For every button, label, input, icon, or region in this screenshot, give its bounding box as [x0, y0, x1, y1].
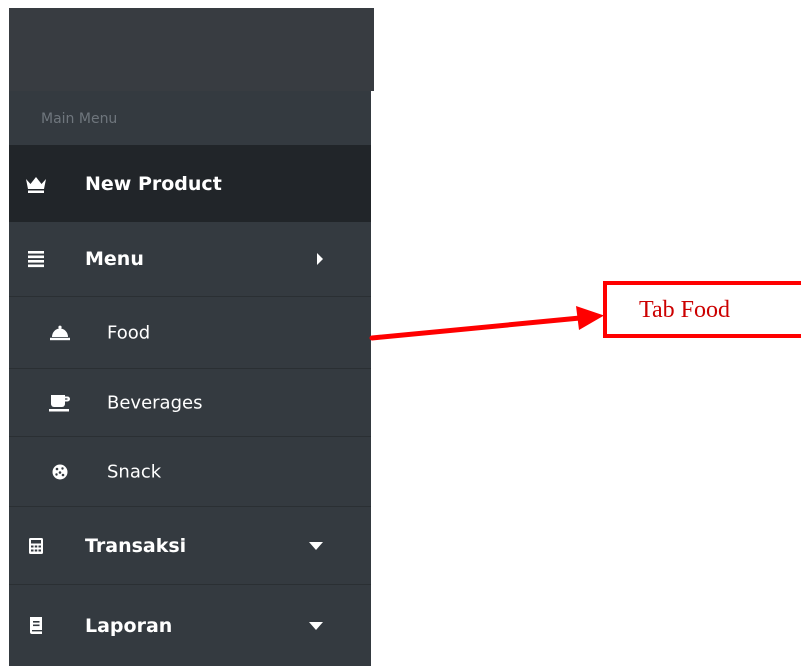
- food-cloche-icon: [49, 322, 71, 344]
- sidebar-item-transaksi[interactable]: Transaksi: [9, 507, 371, 585]
- calculator-icon: [25, 535, 47, 557]
- sidebar-item-label: Food: [107, 322, 151, 343]
- cookie-icon: [49, 461, 71, 483]
- caret-down-icon: [309, 539, 323, 553]
- sidebar: Main Menu New Product Menu Food Beverage…: [9, 91, 371, 666]
- sidebar-item-food[interactable]: Food: [9, 297, 371, 369]
- sidebar-item-label: Snack: [107, 461, 162, 482]
- sidebar-item-snack[interactable]: Snack: [9, 437, 371, 507]
- sidebar-item-label: Transaksi: [85, 534, 187, 557]
- caret-down-icon: [309, 619, 323, 633]
- sidebar-item-menu[interactable]: Menu: [9, 222, 371, 297]
- page: Main Menu New Product Menu Food Beverage…: [0, 0, 801, 666]
- sidebar-item-laporan[interactable]: Laporan: [9, 585, 371, 666]
- crown-icon: [25, 173, 47, 195]
- sidebar-section-label: Main Menu: [41, 111, 118, 127]
- sidebar-item-label: Laporan: [85, 614, 173, 637]
- caret-right-icon: [313, 252, 327, 266]
- sidebar-item-label: Menu: [85, 248, 144, 270]
- sidebar-item-label: Beverages: [107, 392, 203, 413]
- sidebar-item-label: New Product: [85, 172, 222, 195]
- list-icon: [25, 248, 47, 270]
- annotation-label: Tab Food: [639, 297, 730, 323]
- coffee-cup-icon: [49, 392, 71, 414]
- annotation-arrow: [369, 306, 604, 341]
- annotation-callout: Tab Food: [603, 281, 801, 338]
- sidebar-item-beverages[interactable]: Beverages: [9, 369, 371, 437]
- sidebar-header: [9, 8, 374, 91]
- sidebar-item-new-product[interactable]: New Product: [9, 145, 371, 222]
- book-icon: [25, 615, 47, 637]
